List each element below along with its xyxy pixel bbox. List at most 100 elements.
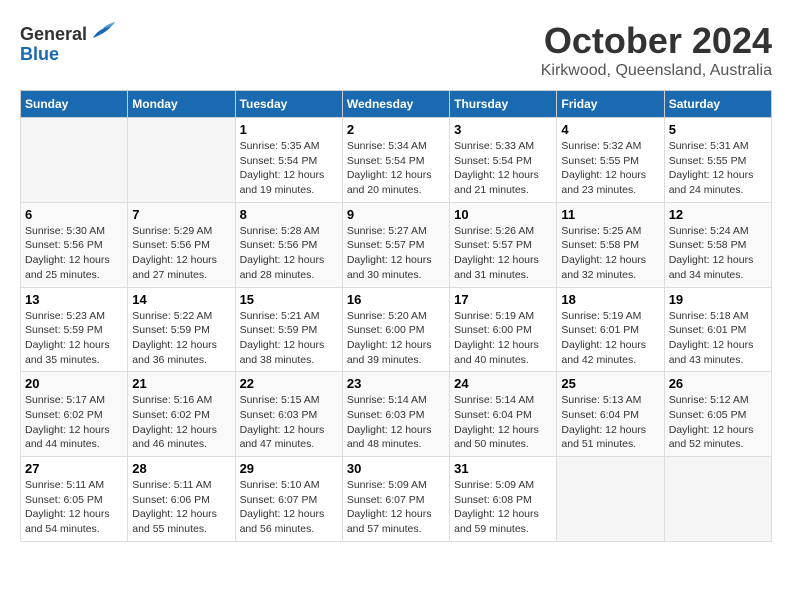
day-info: Sunrise: 5:28 AMSunset: 5:56 PMDaylight:… xyxy=(240,224,338,283)
day-cell xyxy=(557,457,664,542)
day-info: Sunrise: 5:10 AMSunset: 6:07 PMDaylight:… xyxy=(240,478,338,537)
day-info: Sunrise: 5:18 AMSunset: 6:01 PMDaylight:… xyxy=(669,309,767,368)
week-row-3: 13 Sunrise: 5:23 AMSunset: 5:59 PMDayligh… xyxy=(21,287,772,372)
day-info: Sunrise: 5:22 AMSunset: 5:59 PMDaylight:… xyxy=(132,309,230,368)
day-cell: 13 Sunrise: 5:23 AMSunset: 5:59 PMDayligh… xyxy=(21,287,128,372)
day-cell: 25 Sunrise: 5:13 AMSunset: 6:04 PMDayligh… xyxy=(557,372,664,457)
title-area: October 2024 Kirkwood, Queensland, Austr… xyxy=(541,20,772,80)
day-number: 8 xyxy=(240,207,338,222)
week-row-5: 27 Sunrise: 5:11 AMSunset: 6:05 PMDayligh… xyxy=(21,457,772,542)
day-number: 31 xyxy=(454,461,552,476)
day-cell: 21 Sunrise: 5:16 AMSunset: 6:02 PMDayligh… xyxy=(128,372,235,457)
day-number: 16 xyxy=(347,292,445,307)
day-cell xyxy=(664,457,771,542)
day-number: 2 xyxy=(347,122,445,137)
day-info: Sunrise: 5:14 AMSunset: 6:04 PMDaylight:… xyxy=(454,393,552,452)
column-header-sunday: Sunday xyxy=(21,91,128,118)
day-info: Sunrise: 5:25 AMSunset: 5:58 PMDaylight:… xyxy=(561,224,659,283)
day-number: 25 xyxy=(561,376,659,391)
page-header: General Blue October 2024 Kirkwood, Quee… xyxy=(20,20,772,80)
day-cell: 12Sunrise: 5:24 AMSunset: 5:58 PMDayligh… xyxy=(664,202,771,287)
day-info: Sunrise: 5:12 AMSunset: 6:05 PMDaylight:… xyxy=(669,393,767,452)
day-cell: 16 Sunrise: 5:20 AMSunset: 6:00 PMDayligh… xyxy=(342,287,449,372)
day-info: Sunrise: 5:16 AMSunset: 6:02 PMDaylight:… xyxy=(132,393,230,452)
day-number: 19 xyxy=(669,292,767,307)
day-number: 4 xyxy=(561,122,659,137)
day-info: Sunrise: 5:09 AMSunset: 6:07 PMDaylight:… xyxy=(347,478,445,537)
week-row-4: 20 Sunrise: 5:17 AMSunset: 6:02 PMDayligh… xyxy=(21,372,772,457)
day-cell: 4Sunrise: 5:32 AMSunset: 5:55 PMDaylight… xyxy=(557,118,664,203)
day-number: 1 xyxy=(240,122,338,137)
day-cell: 23 Sunrise: 5:14 AMSunset: 6:03 PMDayligh… xyxy=(342,372,449,457)
day-info: Sunrise: 5:11 AMSunset: 6:05 PMDaylight:… xyxy=(25,478,123,537)
day-cell: 15 Sunrise: 5:21 AMSunset: 5:59 PMDayligh… xyxy=(235,287,342,372)
day-info: Sunrise: 5:21 AMSunset: 5:59 PMDaylight:… xyxy=(240,309,338,368)
calendar-body: 1 Sunrise: 5:35 AMSunset: 5:54 PMDaylight… xyxy=(21,118,772,542)
day-number: 20 xyxy=(25,376,123,391)
day-number: 30 xyxy=(347,461,445,476)
day-cell: 22 Sunrise: 5:15 AMSunset: 6:03 PMDayligh… xyxy=(235,372,342,457)
day-cell: 17Sunrise: 5:19 AMSunset: 6:00 PMDayligh… xyxy=(450,287,557,372)
day-cell xyxy=(128,118,235,203)
day-number: 11 xyxy=(561,207,659,222)
day-info: Sunrise: 5:09 AMSunset: 6:08 PMDaylight:… xyxy=(454,478,552,537)
day-number: 27 xyxy=(25,461,123,476)
day-number: 28 xyxy=(132,461,230,476)
day-number: 18 xyxy=(561,292,659,307)
day-cell: 5 Sunrise: 5:31 AMSunset: 5:55 PMDaylight… xyxy=(664,118,771,203)
day-cell: 10Sunrise: 5:26 AMSunset: 5:57 PMDayligh… xyxy=(450,202,557,287)
day-number: 3 xyxy=(454,122,552,137)
day-cell: 19 Sunrise: 5:18 AMSunset: 6:01 PMDayligh… xyxy=(664,287,771,372)
logo-blue: Blue xyxy=(20,44,59,65)
day-info: Sunrise: 5:13 AMSunset: 6:04 PMDaylight:… xyxy=(561,393,659,452)
calendar-header-row: SundayMondayTuesdayWednesdayThursdayFrid… xyxy=(21,91,772,118)
column-header-friday: Friday xyxy=(557,91,664,118)
day-cell: 28Sunrise: 5:11 AMSunset: 6:06 PMDayligh… xyxy=(128,457,235,542)
day-info: Sunrise: 5:35 AMSunset: 5:54 PMDaylight:… xyxy=(240,139,338,198)
column-header-wednesday: Wednesday xyxy=(342,91,449,118)
day-info: Sunrise: 5:33 AMSunset: 5:54 PMDaylight:… xyxy=(454,139,552,198)
logo-general: General xyxy=(20,24,87,45)
day-cell xyxy=(21,118,128,203)
day-info: Sunrise: 5:14 AMSunset: 6:03 PMDaylight:… xyxy=(347,393,445,452)
day-cell: 14 Sunrise: 5:22 AMSunset: 5:59 PMDayligh… xyxy=(128,287,235,372)
day-number: 24 xyxy=(454,376,552,391)
day-info: Sunrise: 5:26 AMSunset: 5:57 PMDaylight:… xyxy=(454,224,552,283)
day-cell: 1 Sunrise: 5:35 AMSunset: 5:54 PMDaylight… xyxy=(235,118,342,203)
day-info: Sunrise: 5:24 AMSunset: 5:58 PMDaylight:… xyxy=(669,224,767,283)
day-cell: 31 Sunrise: 5:09 AMSunset: 6:08 PMDayligh… xyxy=(450,457,557,542)
day-info: Sunrise: 5:31 AMSunset: 5:55 PMDaylight:… xyxy=(669,139,767,198)
column-header-thursday: Thursday xyxy=(450,91,557,118)
day-info: Sunrise: 5:17 AMSunset: 6:02 PMDaylight:… xyxy=(25,393,123,452)
day-info: Sunrise: 5:20 AMSunset: 6:00 PMDaylight:… xyxy=(347,309,445,368)
day-info: Sunrise: 5:34 AMSunset: 5:54 PMDaylight:… xyxy=(347,139,445,198)
day-number: 13 xyxy=(25,292,123,307)
day-cell: 2 Sunrise: 5:34 AMSunset: 5:54 PMDaylight… xyxy=(342,118,449,203)
day-number: 15 xyxy=(240,292,338,307)
week-row-1: 1 Sunrise: 5:35 AMSunset: 5:54 PMDaylight… xyxy=(21,118,772,203)
day-cell: 29 Sunrise: 5:10 AMSunset: 6:07 PMDayligh… xyxy=(235,457,342,542)
column-header-tuesday: Tuesday xyxy=(235,91,342,118)
day-number: 23 xyxy=(347,376,445,391)
month-title: October 2024 xyxy=(541,20,772,62)
day-info: Sunrise: 5:15 AMSunset: 6:03 PMDaylight:… xyxy=(240,393,338,452)
column-header-saturday: Saturday xyxy=(664,91,771,118)
day-number: 9 xyxy=(347,207,445,222)
day-cell: 30 Sunrise: 5:09 AMSunset: 6:07 PMDayligh… xyxy=(342,457,449,542)
day-number: 14 xyxy=(132,292,230,307)
day-number: 22 xyxy=(240,376,338,391)
day-number: 21 xyxy=(132,376,230,391)
day-cell: 20 Sunrise: 5:17 AMSunset: 6:02 PMDayligh… xyxy=(21,372,128,457)
day-cell: 24 Sunrise: 5:14 AMSunset: 6:04 PMDayligh… xyxy=(450,372,557,457)
day-info: Sunrise: 5:27 AMSunset: 5:57 PMDaylight:… xyxy=(347,224,445,283)
day-number: 29 xyxy=(240,461,338,476)
day-number: 26 xyxy=(669,376,767,391)
day-number: 7 xyxy=(132,207,230,222)
calendar-table: SundayMondayTuesdayWednesdayThursdayFrid… xyxy=(20,90,772,542)
day-cell: 26 Sunrise: 5:12 AMSunset: 6:05 PMDayligh… xyxy=(664,372,771,457)
day-info: Sunrise: 5:23 AMSunset: 5:59 PMDaylight:… xyxy=(25,309,123,368)
day-cell: 3 Sunrise: 5:33 AMSunset: 5:54 PMDaylight… xyxy=(450,118,557,203)
day-number: 5 xyxy=(669,122,767,137)
day-cell: 9 Sunrise: 5:27 AMSunset: 5:57 PMDaylight… xyxy=(342,202,449,287)
location: Kirkwood, Queensland, Australia xyxy=(541,62,772,80)
